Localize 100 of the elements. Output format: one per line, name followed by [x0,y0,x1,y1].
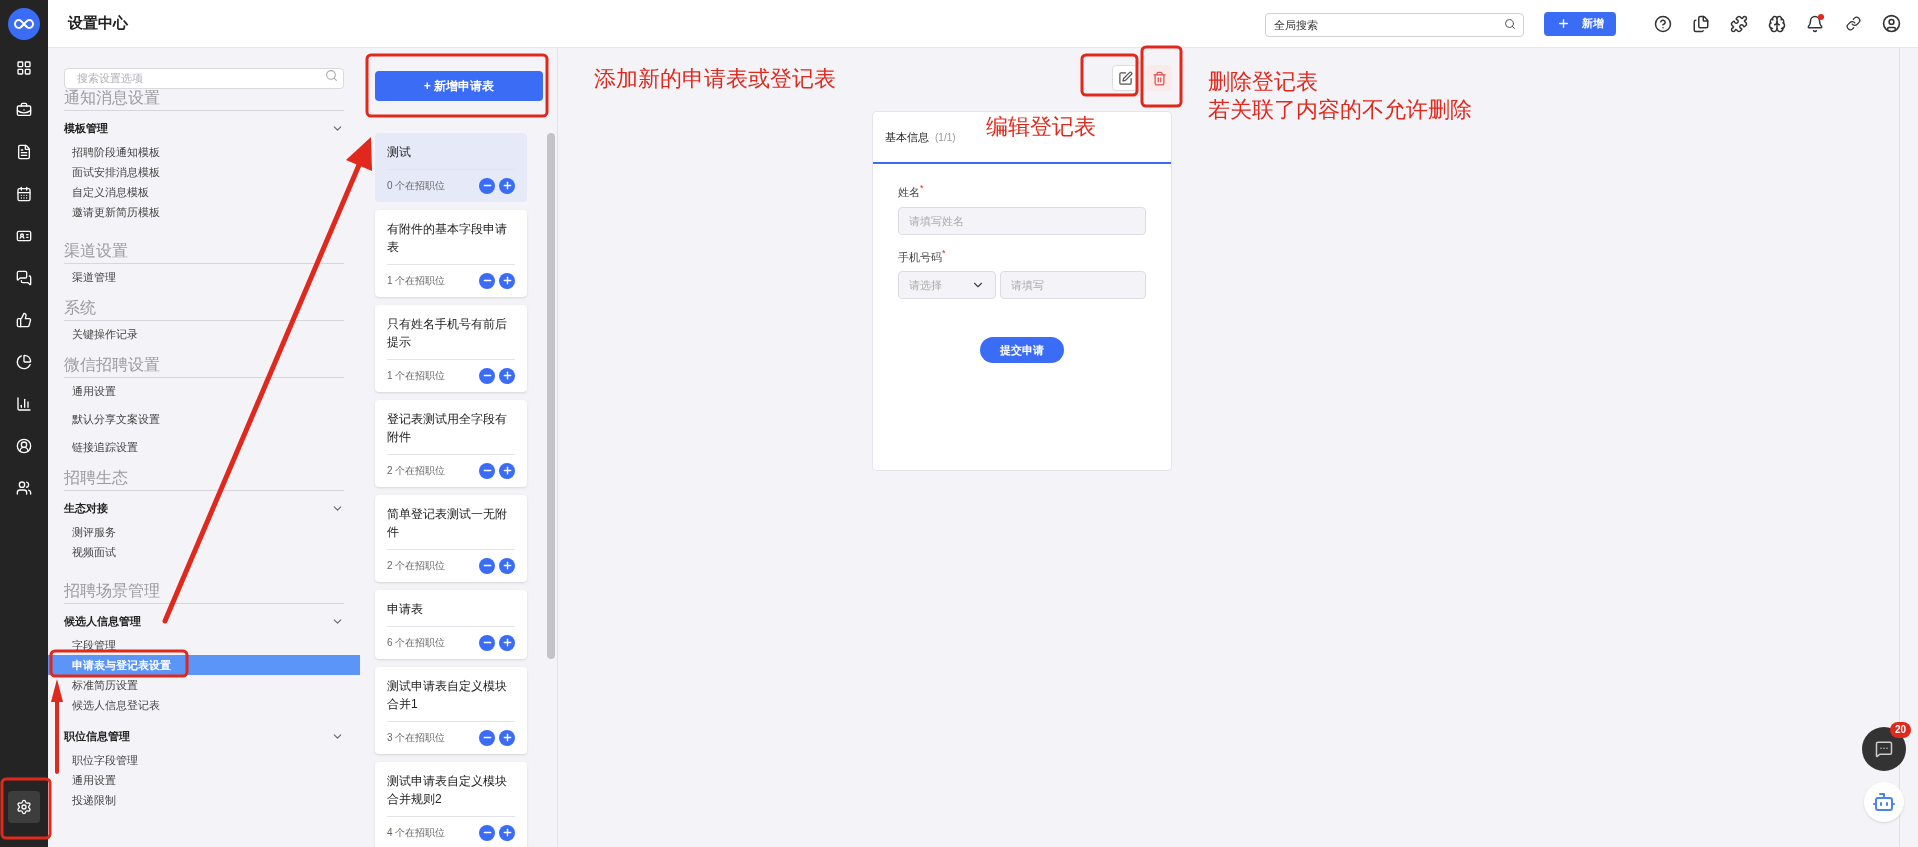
thumbs-up-icon [16,312,32,328]
form-card[interactable]: 有附件的基本字段申请表 1 个在招职位 [375,209,527,297]
annotation-note: 若关联了内容的不允许删除 [1208,96,1472,123]
search-icon [325,69,338,82]
users-icon [16,480,32,496]
form-card[interactable]: 测试申请表自定义模块合并规则2 4 个在招职位 [375,761,527,847]
plus-button[interactable] [499,272,515,289]
plus-icon [501,275,513,287]
group-header[interactable]: 职位信息管理 [64,722,344,750]
submit-button[interactable]: 提交申请 [980,337,1064,363]
bell-icon [1806,14,1824,33]
global-search-field[interactable]: 全局搜索 [1265,12,1524,37]
sidebar-item[interactable]: 视频面试 [48,542,124,562]
tab-count: (1/1) [935,130,956,145]
form-name: 测试申请表自定义模块合并规则2 [387,771,515,817]
plus-button[interactable] [499,177,515,194]
position-count: 4 个在招职位 [387,826,446,841]
page-title: 设置中心 [68,13,128,34]
required-mark: * [920,184,924,193]
sidebar-item[interactable]: 自定义消息模板 [48,182,157,202]
logo-icon [8,8,40,40]
minus-button[interactable] [479,634,495,651]
delete-button[interactable] [1146,65,1172,91]
section-title: 渠道设置 [64,241,344,264]
plus-button[interactable] [499,824,515,841]
edit-icon [1117,70,1133,86]
tab-label[interactable]: 基本信息 [885,128,929,146]
search-field[interactable]: 搜索设置选项 [64,67,344,89]
sidebar-item[interactable]: 邀请更新简历模板 [48,202,168,222]
pie-chart-icon [16,354,32,370]
sidebar-item[interactable]: 候选人信息登记表 [48,695,168,715]
minus-button[interactable] [479,557,495,574]
minus-button[interactable] [479,729,495,746]
settings-button[interactable] [8,791,40,823]
sidebar-item[interactable]: 关键操作记录 [48,324,146,344]
minus-button[interactable] [479,462,495,479]
sidebar-item[interactable]: 标准简历设置 [48,675,146,695]
sidebar-item[interactable]: 招聘阶段通知模板 [48,142,168,162]
form-card[interactable]: 只有姓名手机号有前后提示 1 个在招职位 [375,304,527,392]
search-icon [1504,17,1516,30]
form-name: 只有姓名手机号有前后提示 [387,314,515,360]
input-field[interactable]: 请填写 [1000,271,1146,299]
new-button[interactable]: 新增 [1544,11,1616,36]
sidebar-item[interactable]: 链接追踪设置 [48,437,146,457]
sidebar-item[interactable]: 面试安排消息模板 [48,162,168,182]
chat-icon [16,270,32,286]
edit-button[interactable] [1112,65,1138,91]
sidebar-item[interactable]: 职位字段管理 [48,750,146,770]
input-field[interactable]: 请填写姓名 [898,206,1146,235]
position-count: 1 个在招职位 [387,274,446,289]
link-icon [1845,16,1861,31]
plus-icon [1556,17,1570,30]
plus-button[interactable] [499,634,515,651]
position-count: 0 个在招职位 [387,179,446,194]
form-card[interactable]: 测试 0 个在招职位 [375,132,527,202]
position-count: 1 个在招职位 [387,369,446,384]
sidebar-item[interactable]: 字段管理 [48,635,124,655]
calendar-icon [16,186,32,202]
field-label: 手机号码 [898,249,942,265]
trash-icon [1151,70,1167,86]
form-card[interactable]: 登记表测试用全字段有附件 2 个在招职位 [375,399,527,487]
form-name: 简单登记表测试一无附件 [387,504,515,550]
form-name: 有附件的基本字段申请表 [387,219,515,265]
unread-badge: 20 [1890,722,1912,738]
form-name: 测试申请表自定义模块合并1 [387,676,515,722]
form-card[interactable]: 申请表 6 个在招职位 [375,589,527,659]
field-label: 姓名 [898,186,920,200]
group-header[interactable]: 生态对接 [64,494,344,522]
section-title: 招聘场景管理 [64,581,344,604]
user-button[interactable] [1880,12,1902,35]
plus-icon [501,827,513,839]
plus-button[interactable] [499,729,515,746]
minus-button[interactable] [479,367,495,384]
group-header[interactable]: 模板管理 [64,114,344,142]
annotation-note: 添加新的申请表或登记表 [594,65,836,93]
group-header[interactable]: 候选人信息管理 [64,607,344,635]
puzzle-icon [1730,14,1748,33]
plus-icon [501,180,513,192]
form-card[interactable]: 测试申请表自定义模块合并1 3 个在招职位 [375,666,527,754]
minus-button[interactable] [479,177,495,194]
document-icon [16,144,32,160]
sidebar-item[interactable]: 渠道管理 [48,267,124,287]
form-card[interactable]: 简单登记表测试一无附件 2 个在招职位 [375,494,527,582]
plus-button[interactable] [499,367,515,384]
sidebar-item[interactable]: 通用设置 [48,770,124,790]
sidebar-item[interactable]: 默认分享文案设置 [48,409,168,429]
section-title: 通知消息设置 [64,88,344,111]
sidebar-item[interactable]: 投递限制 [48,790,124,810]
add-form-button[interactable]: + 新增申请表 [375,71,543,101]
position-count: 2 个在招职位 [387,464,446,479]
robot-icon [1872,790,1896,814]
sidebar-item[interactable]: 通用设置 [48,381,124,401]
briefcase-icon [16,102,32,118]
sidebar-item[interactable]: 测评服务 [48,522,124,542]
minus-button[interactable] [479,824,495,841]
plus-icon [501,732,513,744]
scrollbar[interactable] [547,132,555,659]
minus-button[interactable] [479,272,495,289]
plus-button[interactable] [499,557,515,574]
plus-button[interactable] [499,462,515,479]
